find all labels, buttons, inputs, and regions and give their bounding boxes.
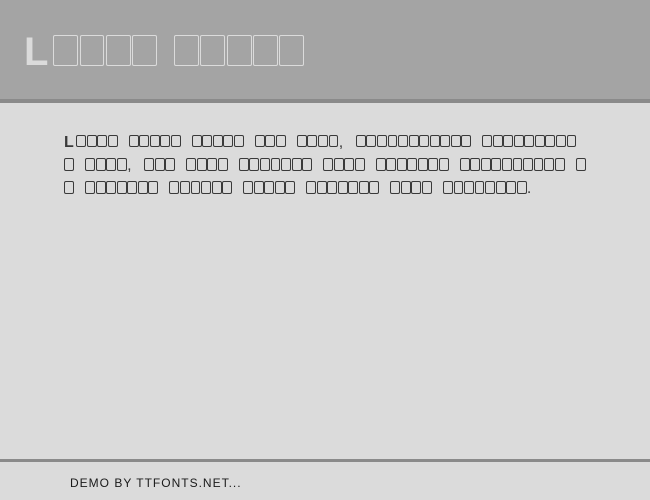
footer: Demo by ttfonts.net... — [0, 459, 650, 500]
body-paragraph: L , , . — [64, 131, 586, 201]
header: L — [0, 0, 650, 103]
footer-credit: Demo by ttfonts.net... — [70, 476, 580, 490]
content-area: L , , . — [0, 103, 650, 229]
page-title: L — [24, 30, 626, 75]
